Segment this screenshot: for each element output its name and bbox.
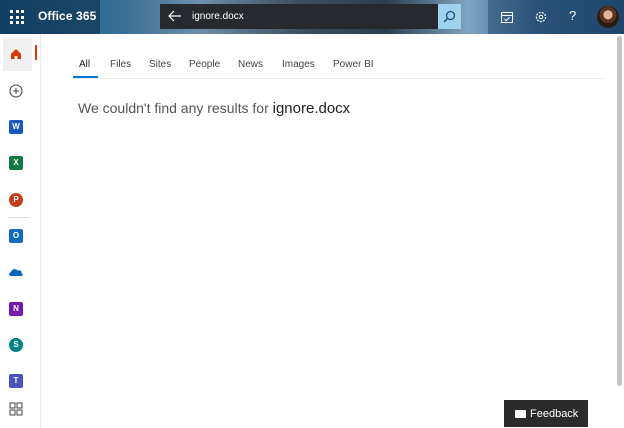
- page-scrollbar[interactable]: [617, 36, 622, 386]
- user-avatar[interactable]: [597, 6, 619, 28]
- add-circle-icon[interactable]: [9, 84, 23, 98]
- powerpoint-icon[interactable]: P: [9, 193, 23, 207]
- outlook-icon[interactable]: O: [9, 229, 23, 243]
- back-arrow-icon[interactable]: [168, 10, 182, 22]
- tabs-divider: [72, 78, 606, 79]
- my-day-icon[interactable]: [500, 10, 514, 24]
- top-header: Office 365 ignore.docx ?: [0, 0, 624, 34]
- rail-active-indicator: [35, 45, 37, 60]
- app-launcher-icon[interactable]: [10, 10, 24, 24]
- word-icon[interactable]: W: [9, 120, 23, 134]
- onedrive-icon[interactable]: [8, 266, 24, 278]
- no-results-text: We couldn't find any results for: [78, 100, 269, 116]
- tab-news[interactable]: News: [238, 59, 263, 70]
- app-title[interactable]: Office 365: [38, 9, 96, 23]
- sharepoint-icon[interactable]: S: [9, 338, 23, 352]
- feedback-label: Feedback: [530, 408, 579, 420]
- feedback-icon: [515, 410, 526, 418]
- help-icon[interactable]: ?: [569, 8, 576, 23]
- search-button[interactable]: [438, 4, 461, 29]
- search-query-text[interactable]: ignore.docx: [192, 11, 244, 22]
- tab-sites[interactable]: Sites: [149, 59, 171, 70]
- teams-icon[interactable]: T: [9, 374, 23, 388]
- tab-people[interactable]: People: [189, 59, 220, 70]
- apps-icon[interactable]: [9, 402, 23, 416]
- tab-power-bi[interactable]: Power BI: [333, 59, 374, 70]
- settings-gear-icon[interactable]: [534, 10, 548, 24]
- excel-icon[interactable]: X: [9, 156, 23, 170]
- feedback-button[interactable]: Feedback: [504, 400, 588, 427]
- tab-all[interactable]: All: [79, 59, 90, 70]
- home-icon: [11, 49, 21, 59]
- onenote-icon[interactable]: N: [9, 302, 23, 316]
- no-results-query: ignore.docx: [272, 100, 351, 117]
- no-results-message: We couldn't find any results for ignore.…: [78, 100, 350, 117]
- tab-images[interactable]: Images: [282, 59, 315, 70]
- rail-divider: [8, 217, 30, 218]
- search-icon: [443, 10, 456, 23]
- tab-files[interactable]: Files: [110, 59, 131, 70]
